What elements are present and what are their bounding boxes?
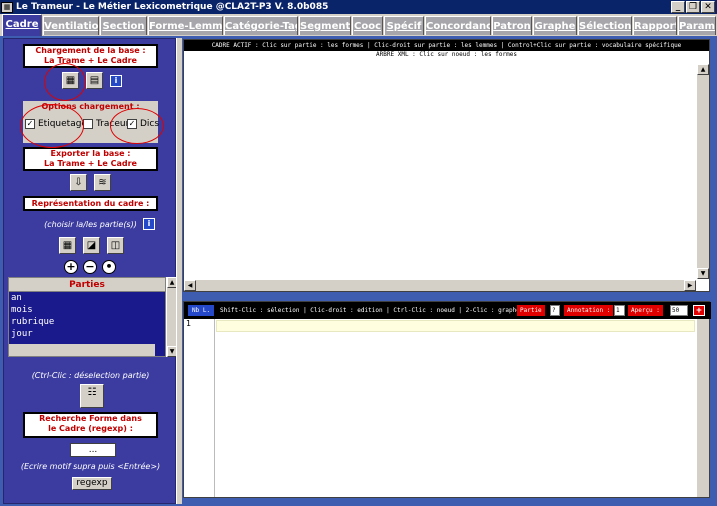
tab-forme-lemme[interactable]: Forme-Lemme: [148, 16, 223, 35]
regexp-button[interactable]: regexp: [72, 477, 112, 490]
expand-icon[interactable]: +: [64, 260, 78, 274]
tab-cooc[interactable]: Cooc: [352, 16, 383, 35]
scroll-right-icon[interactable]: ▶: [684, 280, 696, 291]
list-item[interactable]: mois: [9, 304, 165, 316]
tree-panel-header: CADRE ACTIF : Clic sur partie : les form…: [184, 40, 709, 51]
parts-header: Parties: [9, 278, 165, 292]
repr-title: Représentation du cadre :: [31, 199, 150, 208]
export-icon[interactable]: ⇩: [70, 174, 87, 191]
edit-view-icon[interactable]: ◪: [83, 237, 100, 254]
scroll-left-icon[interactable]: ◀: [184, 280, 196, 291]
scroll-up-icon[interactable]: ▲: [697, 64, 709, 75]
empty-check-traceur: [83, 119, 93, 129]
export-base-title: Exporter la base :: [50, 149, 131, 158]
edit-toolbar: Nb L. Shift-Clic : sélection | Clic-droi…: [184, 302, 711, 319]
partie-input[interactable]: ?: [550, 305, 560, 316]
app-icon: ▦: [1, 1, 13, 13]
partie-label: Partie: [517, 305, 545, 316]
annotation-input[interactable]: 1: [614, 305, 625, 316]
info-icon-load[interactable]: i: [110, 75, 122, 87]
parts-table-icon[interactable]: ☷: [80, 384, 104, 408]
search-box: Recherche Forme dans le Cadre (regexp) :: [23, 412, 158, 438]
apercu-label: Aperçu :: [628, 305, 663, 316]
window-title: Le Trameur - Le Métier Lexicometrique @C…: [16, 2, 329, 12]
tab-cadre[interactable]: Cadre: [2, 14, 42, 36]
tree-view-icon[interactable]: ◫: [107, 237, 124, 254]
tree-hscroll[interactable]: ◀ ▶: [184, 279, 696, 291]
annotation-label: Annotation :: [564, 305, 614, 316]
info-icon-repr[interactable]: i: [143, 218, 155, 230]
load-base-box: Chargement de la base : La Trame + Le Ca…: [23, 44, 158, 68]
tab-selection[interactable]: Sélection: [578, 16, 632, 35]
tab-categorie-tag[interactable]: Catégorie-Tag: [224, 16, 298, 35]
tab-concordance[interactable]: Concordance: [425, 16, 491, 35]
grid-view-icon[interactable]: ▦: [59, 237, 76, 254]
highlight-circle: [20, 104, 84, 148]
tab-patron[interactable]: Patron: [492, 16, 532, 35]
search-title: Recherche Forme dans: [39, 414, 142, 423]
search-subtitle: le Cadre (regexp) :: [48, 424, 133, 433]
tree-panel-subheader: ARBRE XML : Clic sur noeud : les formes: [376, 51, 517, 58]
line-number: 1: [186, 319, 192, 328]
export-base-subtitle: La Trame + Le Cadre: [44, 159, 137, 168]
apercu-input[interactable]: 50: [670, 305, 688, 316]
repr-box: Représentation du cadre :: [23, 196, 158, 211]
deselect-note: (Ctrl-Clic : déselection partie): [31, 371, 150, 380]
edit-vscroll[interactable]: [696, 319, 709, 497]
add-icon[interactable]: +: [693, 305, 705, 316]
tree-panel: CADRE ACTIF : Clic sur partie : les form…: [183, 39, 710, 292]
list-item[interactable]: rubrique: [9, 316, 165, 328]
left-panel-scrollbar[interactable]: [176, 38, 182, 504]
export-base-box: Exporter la base : La Trame + Le Cadre: [23, 147, 158, 171]
tab-graphe[interactable]: Graphe: [533, 16, 577, 35]
export-alt-icon[interactable]: ≋: [94, 174, 111, 191]
scroll-down-icon[interactable]: ▼: [697, 268, 709, 279]
title-bar: ▦ Le Trameur - Le Métier Lexicometrique …: [0, 0, 717, 14]
tab-ventilation[interactable]: Ventilation: [43, 16, 99, 35]
nb-lines-label: Nb L.: [188, 305, 215, 316]
highlight-circle: [44, 63, 86, 101]
tab-segment[interactable]: Segment: [299, 16, 351, 35]
left-panel: Chargement de la base : La Trame + Le Ca…: [3, 38, 177, 504]
search-hint: (Ecrire motif supra puis <Entrée>): [20, 462, 161, 471]
collapse-icon[interactable]: −: [83, 260, 97, 274]
minimize-button[interactable]: _: [671, 1, 685, 13]
tab-specif[interactable]: Spécif: [384, 16, 424, 35]
tree-vscroll[interactable]: ▲ ▼: [696, 64, 709, 279]
tab-bar: Cadre Ventilation Section Forme-Lemme Ca…: [0, 14, 717, 36]
load-base-subtitle: La Trame + Le Cadre: [44, 56, 137, 65]
tab-section[interactable]: Section: [100, 16, 147, 35]
list-item[interactable]: jour: [9, 328, 165, 340]
reset-icon[interactable]: •: [102, 260, 116, 274]
close-button[interactable]: ✕: [701, 1, 715, 13]
load-alt-icon[interactable]: ▤: [86, 72, 103, 89]
edit-instructions: Shift-Clic : sélection | Clic-droit : ed…: [220, 307, 520, 314]
load-base-title: Chargement de la base :: [35, 46, 146, 55]
highlight-circle: [110, 108, 164, 144]
edit-line[interactable]: [216, 320, 695, 332]
tab-param[interactable]: Param: [678, 16, 716, 35]
parts-hscroll[interactable]: [9, 344, 155, 356]
parts-list: Parties an mois rubrique jour: [8, 277, 166, 357]
edit-panel: Nb L. Shift-Clic : sélection | Clic-droi…: [183, 301, 711, 498]
regexp-search-input[interactable]: ...: [70, 443, 116, 457]
tab-rapport[interactable]: Rapport: [633, 16, 677, 35]
list-item[interactable]: an: [9, 292, 165, 304]
maximize-button[interactable]: ❐: [686, 1, 700, 13]
line-gutter: 1: [184, 319, 215, 497]
